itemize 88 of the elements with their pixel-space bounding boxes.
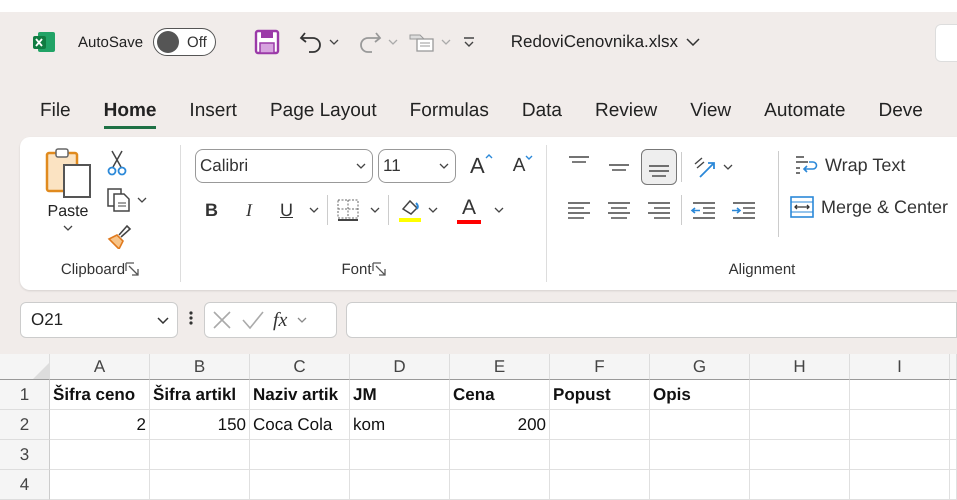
caret-icon[interactable] (428, 207, 438, 213)
ribbon-tab[interactable]: Automate (764, 96, 846, 128)
row-header[interactable]: 4 (0, 470, 50, 500)
spreadsheet-icon (32, 30, 56, 54)
launcher-icon[interactable] (125, 262, 140, 276)
save-icon[interactable] (254, 29, 280, 55)
more-icon[interactable] (188, 308, 194, 326)
column-header[interactable]: D (350, 354, 450, 380)
column-header[interactable]: H (750, 354, 850, 380)
copy-icon[interactable] (106, 187, 132, 213)
group-label: Font (341, 260, 372, 278)
fill-color-icon[interactable] (397, 197, 423, 223)
table-cell: Coca Cola (250, 410, 350, 440)
check-icon[interactable] (241, 309, 265, 331)
ribbon-tab[interactable]: Deve (878, 96, 923, 128)
align-lines-icon (568, 156, 590, 163)
paintbrush-icon[interactable] (106, 223, 132, 249)
caret-icon (356, 163, 366, 169)
column-header[interactable]: B (150, 354, 250, 380)
table-cell: kom (350, 410, 450, 440)
ribbon-tab[interactable]: Insert (189, 96, 237, 128)
table-cell: Naziv artik (250, 380, 350, 410)
font-color-button[interactable]: A (454, 196, 484, 224)
row-header[interactable]: 1 (0, 380, 50, 410)
caret-icon[interactable] (328, 39, 339, 45)
wrap-text-button[interactable]: Wrap Text (793, 151, 948, 179)
ribbon-tab[interactable]: Data (522, 96, 562, 128)
column-header[interactable]: C (250, 354, 350, 380)
caret-icon[interactable] (723, 164, 733, 170)
font-name-field[interactable]: Calibri (195, 149, 373, 183)
column-header[interactable]: A (50, 354, 150, 380)
group-label: Clipboard (60, 260, 126, 278)
caret-icon[interactable] (137, 197, 147, 203)
caret-icon (157, 316, 169, 324)
name-box[interactable]: O21 (20, 302, 178, 338)
file-name[interactable]: RedoviCenovnika.xlsx (510, 32, 700, 52)
grow-font-button[interactable]: A (464, 151, 499, 181)
autosave-toggle[interactable]: Off (153, 28, 216, 56)
formula-input[interactable] (346, 302, 957, 338)
table-cell: JM (350, 380, 450, 410)
bold-button[interactable]: B (199, 198, 224, 222)
font-size-field[interactable]: 11 (378, 149, 456, 183)
underline-button[interactable]: U (274, 198, 299, 222)
insert-function-button[interactable]: fx (273, 308, 288, 332)
ribbon-tab[interactable]: Home (104, 96, 156, 128)
scissors-icon[interactable] (106, 149, 128, 177)
ribbon-tab[interactable]: Formulas (410, 96, 489, 128)
column-header[interactable]: F (550, 354, 650, 380)
ribbon-tab[interactable]: View (690, 96, 732, 128)
column-header[interactable] (950, 354, 957, 380)
caret-icon (63, 225, 73, 231)
ribbon-tab[interactable]: Page Layout (270, 96, 377, 128)
autosave-label: AutoSave (78, 34, 144, 50)
table-cell: 150 (150, 410, 250, 440)
table-cell: 2 (50, 410, 150, 440)
table-cell: Cena (450, 380, 550, 410)
column-header[interactable]: E (450, 354, 550, 380)
table-cell: Šifra ceno (50, 380, 150, 410)
table-cell: Popust (550, 380, 650, 410)
caret-icon[interactable] (494, 207, 504, 213)
launcher-icon[interactable] (372, 262, 386, 276)
caret-icon[interactable] (370, 207, 380, 213)
caret-icon[interactable] (309, 207, 319, 213)
table-cell: 200 (450, 410, 550, 440)
merge-cells-icon (789, 195, 815, 219)
clipboard-icon[interactable] (44, 147, 92, 199)
shrink-font-button[interactable]: A (506, 153, 540, 179)
chevron-icon (686, 38, 700, 46)
up-caret-icon (484, 153, 493, 159)
row-header[interactable]: 3 (0, 440, 50, 470)
paste-button[interactable]: Paste (38, 145, 98, 256)
italic-button[interactable]: I (240, 198, 258, 222)
group-label: Alignment (728, 260, 796, 278)
caret-icon (439, 163, 449, 169)
orientation-icon[interactable] (692, 155, 718, 179)
borders-icon[interactable] (336, 198, 360, 222)
column-header[interactable]: G (650, 354, 750, 380)
column-header[interactable]: I (850, 354, 950, 380)
caret-icon (525, 155, 534, 161)
table-cell: Opis (650, 380, 750, 410)
row-header[interactable]: 2 (0, 410, 50, 440)
ribbon-tab[interactable]: Review (594, 96, 658, 128)
table-cell: Šifra artikl (150, 380, 250, 410)
align-lines-icon (648, 165, 670, 177)
align-button[interactable] (641, 149, 677, 185)
merge-center-button[interactable]: Merge & Center (789, 193, 948, 221)
ribbon-tab[interactable]: File (40, 96, 71, 128)
align-lines-icon (608, 164, 630, 170)
